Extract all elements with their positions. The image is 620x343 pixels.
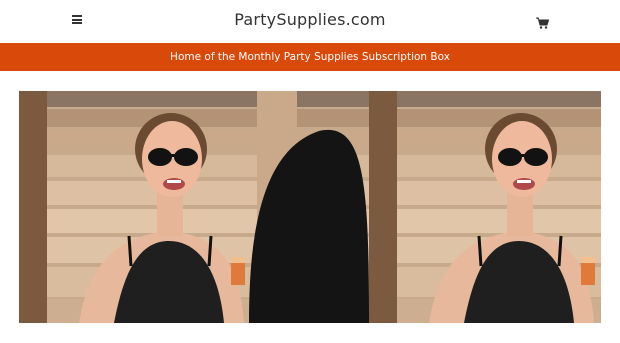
shopping-cart-icon[interactable] <box>536 14 550 29</box>
hero-photo-right <box>369 91 601 323</box>
announcement-text[interactable]: Home of the Monthly Party Supplies Subsc… <box>0 51 620 63</box>
announcement-bar: Home of the Monthly Party Supplies Subsc… <box>0 43 620 71</box>
hero-photo-left <box>19 91 369 323</box>
site-title[interactable]: PartySupplies.com <box>0 10 620 29</box>
site-header: PartySupplies.com <box>0 0 620 43</box>
hero-image <box>19 91 601 323</box>
